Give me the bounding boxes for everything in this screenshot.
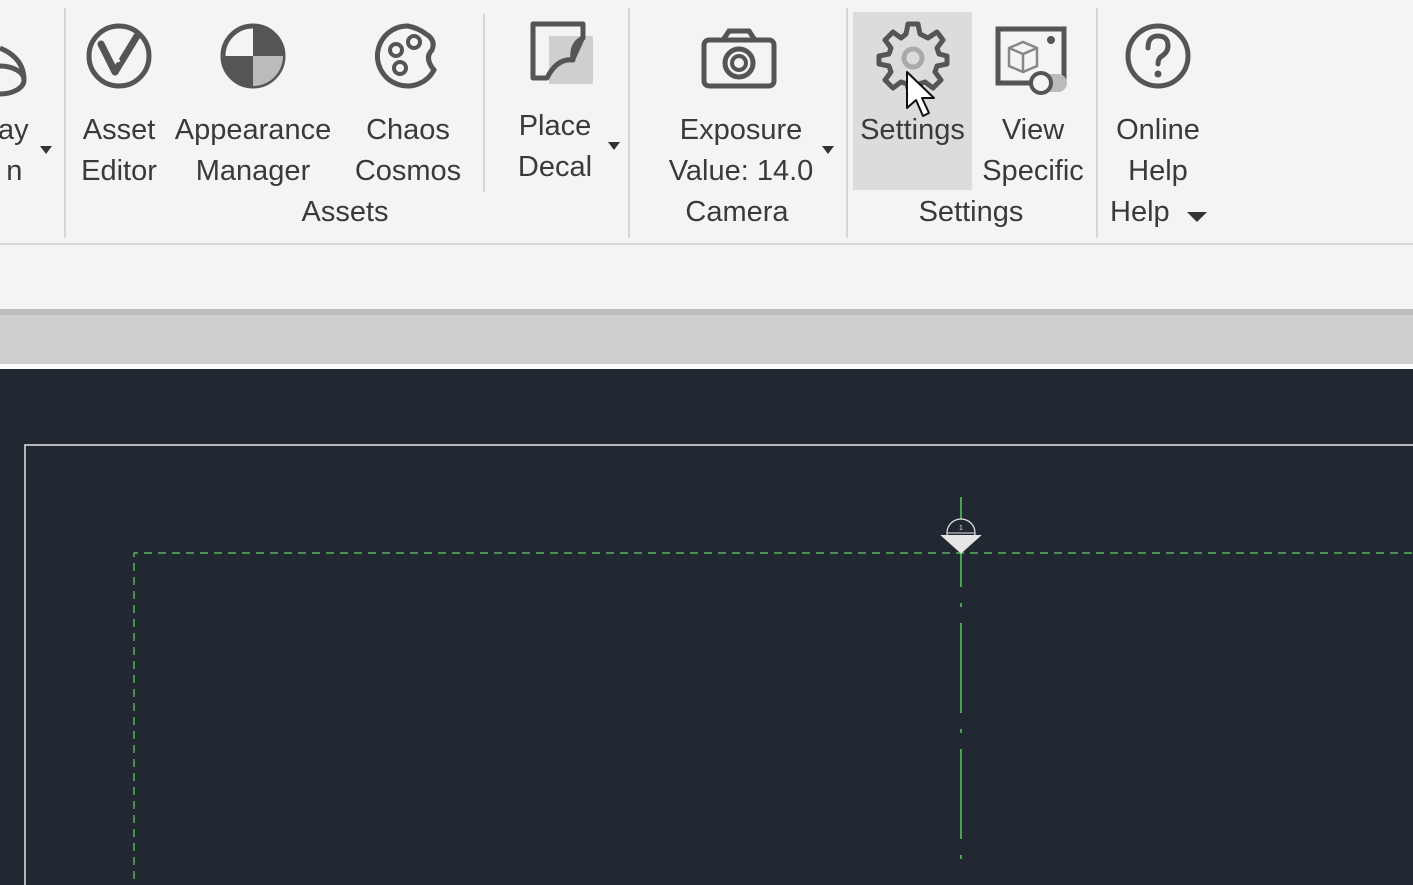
section-marker-sheet: A201 (953, 536, 969, 543)
partial-label-line2: n (6, 155, 23, 187)
partial-label-line1: ay (0, 114, 29, 146)
asset-editor-label: Asset Editor (81, 114, 157, 187)
appearance-manager-label: Appearance Manager (174, 114, 332, 187)
render-icon (0, 45, 27, 97)
appearance-manager-button[interactable]: Appearance Manager (172, 10, 334, 190)
chevron-down-icon[interactable] (608, 142, 620, 150)
chaos-cosmos-label: Chaos Cosmos (354, 114, 462, 187)
group-separator (1096, 8, 1098, 238)
chevron-down-icon[interactable] (1187, 212, 1207, 222)
render-button-partial[interactable]: ay n (0, 10, 60, 190)
group-label-help[interactable]: Help (1110, 196, 1170, 229)
drawing-viewport[interactable]: 1 A201 (0, 369, 1413, 885)
mouse-cursor-icon (906, 71, 935, 117)
drawing-canvas: 1 A201 (24, 444, 1413, 885)
group-label-settings: Settings (918, 196, 1024, 228)
group-separator (483, 14, 485, 192)
chevron-down-icon[interactable] (822, 146, 834, 154)
exposure-value-button[interactable]: Exposure Value: 14.0 (664, 10, 844, 190)
camera-icon (701, 28, 777, 89)
place-decal-button[interactable]: Place Decal (500, 10, 626, 190)
cosmos-icon (375, 23, 437, 89)
options-bar (0, 245, 1413, 309)
appearance-icon (220, 23, 286, 89)
group-label-camera: Camera (685, 196, 789, 228)
view-specific-label: View Specific (982, 114, 1084, 187)
online-help-button[interactable]: Online Help (1106, 10, 1210, 190)
chaos-cosmos-button[interactable]: Chaos Cosmos (350, 10, 466, 190)
sheet-border (24, 444, 1413, 885)
section-marker-number: 1 (959, 525, 963, 532)
exposure-value-label: Exposure Value: 14.0 (668, 114, 814, 187)
section-marker[interactable]: 1 A201 (940, 518, 982, 554)
view-tab-bar (0, 315, 1413, 364)
online-help-label: Online Help (1116, 114, 1200, 187)
view-specific-icon (995, 26, 1067, 95)
place-decal-label: Place Decal (517, 110, 593, 183)
asset-editor-button[interactable]: Asset Editor (78, 10, 160, 190)
view-specific-button[interactable]: View Specific (978, 10, 1088, 190)
group-separator (628, 8, 630, 238)
group-separator (64, 8, 66, 238)
vray-logo-icon (86, 23, 152, 89)
chevron-down-icon[interactable] (40, 146, 52, 154)
group-separator (846, 8, 848, 238)
help-icon (1125, 23, 1191, 89)
group-label-assets: Assets (301, 196, 389, 228)
ribbon: ay n Asset Editor Appearance Manager Cha… (0, 0, 1413, 245)
crop-region-line (133, 552, 1413, 879)
decal-icon (530, 21, 593, 84)
